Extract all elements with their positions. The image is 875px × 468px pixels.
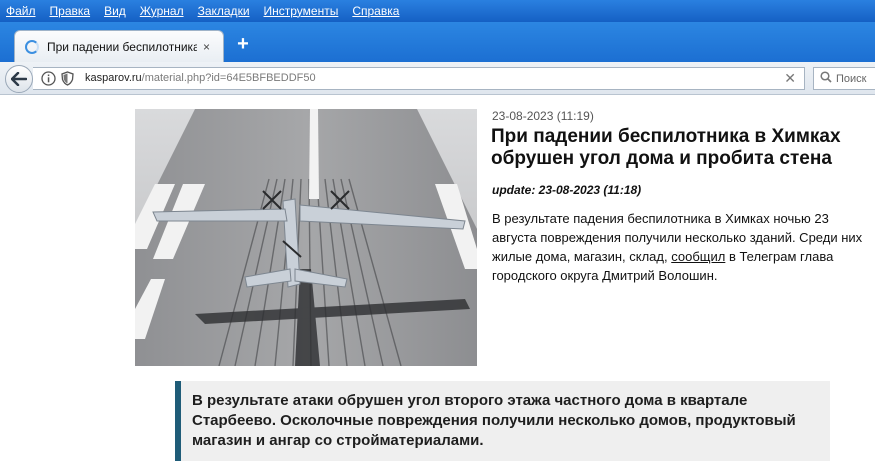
new-tab-button[interactable]: + xyxy=(233,34,253,54)
navigation-bar: kasparov.ru/material.php?id=64E5BFBEDDF5… xyxy=(0,62,875,95)
back-button[interactable] xyxy=(5,65,33,93)
shield-icon[interactable] xyxy=(61,71,74,91)
quote-text: В результате атаки обрушен угол второго … xyxy=(192,392,796,449)
address-bar[interactable]: kasparov.ru/material.php?id=64E5BFBEDDF5… xyxy=(33,67,805,90)
menu-item-view[interactable]: Вид xyxy=(104,4,126,18)
menu-bar: Файл Правка Вид Журнал Закладки Инструме… xyxy=(0,0,875,22)
search-box[interactable]: Поиск xyxy=(813,67,875,90)
menu-item-file[interactable]: Файл xyxy=(6,4,36,18)
menu-item-history[interactable]: Журнал xyxy=(140,4,184,18)
loading-icon xyxy=(25,39,39,54)
article-image xyxy=(135,109,477,366)
article-update-time: update: 23-08-2023 (11:18) xyxy=(492,183,642,197)
menu-item-help[interactable]: Справка xyxy=(352,4,399,18)
url-text[interactable]: kasparov.ru/material.php?id=64E5BFBEDDF5… xyxy=(85,72,316,84)
search-icon xyxy=(820,70,832,88)
back-arrow-icon xyxy=(11,72,27,86)
article-title: При падении беспилотника в Химках обруше… xyxy=(491,126,841,169)
url-path: /material.php?id=64E5BFBEDDF50 xyxy=(141,72,316,84)
tab-article[interactable]: При падении беспилотника ... × xyxy=(14,30,224,62)
info-icon[interactable] xyxy=(41,71,56,91)
menu-item-bookmarks[interactable]: Закладки xyxy=(198,4,250,18)
url-host: kasparov.ru xyxy=(85,72,142,84)
clear-url-button[interactable]: ✕ xyxy=(784,70,796,87)
article-lead: В результате падения беспилотника в Химк… xyxy=(492,209,870,285)
tab-title: При падении беспилотника ... xyxy=(47,39,197,54)
menu-item-edit[interactable]: Правка xyxy=(50,4,91,18)
article-quote: В результате атаки обрушен угол второго … xyxy=(175,381,830,461)
tab-strip: При падении беспилотника ... × + xyxy=(0,22,875,62)
menu-item-tools[interactable]: Инструменты xyxy=(264,4,339,18)
source-link[interactable]: сообщил xyxy=(671,249,725,264)
search-placeholder: Поиск xyxy=(836,72,867,85)
tab-close-button[interactable]: × xyxy=(203,40,210,54)
article-date: 23-08-2023 (11:19) xyxy=(492,109,594,123)
